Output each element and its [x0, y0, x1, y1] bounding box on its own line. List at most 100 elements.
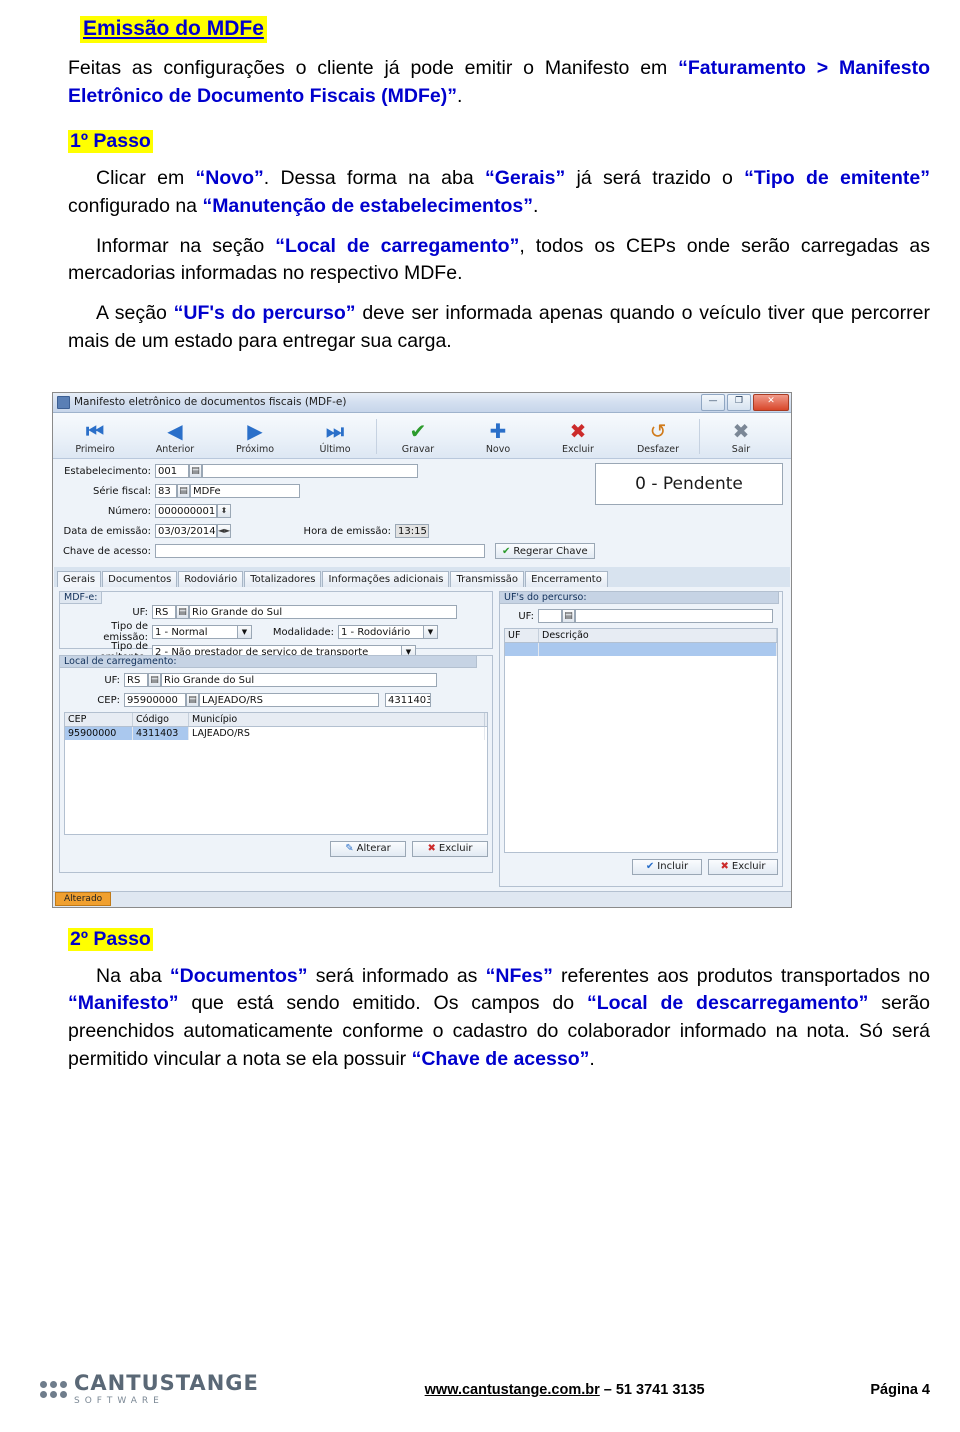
toolbar-label-primeiro: Primeiro [75, 443, 115, 455]
toolbar-separator-1 [376, 418, 377, 454]
column-header-municipio: Município [189, 712, 485, 726]
window-app-icon [57, 395, 70, 409]
toolbar-button-primeiro[interactable]: ⏮ Primeiro [55, 416, 135, 457]
input-carregamento-codigo[interactable]: 4311403 [385, 693, 431, 707]
step2-paragraph: Na aba “Documentos” será informado as “N… [68, 963, 930, 1074]
alterar-label: Alterar [356, 843, 391, 854]
excluir-percurso-button[interactable]: ✖ Excluir [708, 858, 778, 875]
select-modalidade[interactable]: 1 - Rodoviário ▼ [338, 625, 438, 639]
field-row-mdfe-uf: UF: RS ▤ Rio Grande do Sul [64, 604, 488, 621]
chevron-down-icon-modalidade[interactable]: ▼ [423, 626, 437, 638]
input-mdfe-uf[interactable]: RS [152, 605, 176, 619]
group-ufs-percurso: UF's do percurso: UF: ▤ UF Descrição ✔ I… [499, 590, 783, 887]
tab-encerramento[interactable]: Encerramento [525, 570, 608, 587]
input-percurso-uf-desc[interactable] [575, 609, 773, 623]
input-estabelecimento-desc[interactable] [202, 464, 418, 478]
s1p3-a: A seção [96, 302, 174, 325]
footer-page-number: Página 4 [870, 1381, 930, 1398]
s2p1-k: . [589, 1047, 595, 1070]
incluir-button[interactable]: ✔ Incluir [632, 858, 702, 875]
alterar-button[interactable]: ✎ Alterar [330, 840, 406, 857]
column-header-uf: UF [505, 628, 539, 642]
input-numero[interactable]: 000000001 [155, 504, 217, 518]
logo-sub-text: SOFTWARE [74, 1396, 164, 1406]
input-percurso-uf[interactable] [538, 609, 562, 623]
s1p1-c: . Dessa forma na aba [263, 167, 485, 190]
toolbar-button-novo[interactable]: ✚ Novo [458, 416, 538, 457]
step2-block: 2º Passo Na aba “Documentos” será inform… [0, 908, 960, 1074]
lookup-icon-estabelecimento[interactable]: ▤ [189, 464, 202, 478]
select-tipo-emissao[interactable]: 1 - Normal ▼ [152, 625, 252, 639]
window-minimize-button[interactable]: — [701, 393, 725, 411]
toolbar-button-desfazer[interactable]: ↺ Desfazer [618, 416, 698, 457]
spinner-numero[interactable]: ⬍ [217, 504, 231, 518]
cell-descricao [539, 642, 777, 656]
input-estabelecimento[interactable]: 001 [155, 464, 189, 478]
grid-empty-space-carregamento[interactable] [64, 739, 488, 835]
column-header-codigo: Código [133, 712, 189, 726]
grid-local-carregamento[interactable]: CEP Código Município 95900000 4311403 LA… [64, 711, 488, 835]
window-close-button[interactable]: ✕ [753, 393, 789, 411]
input-serie-fiscal[interactable]: 83 [155, 484, 177, 498]
input-data-emissao[interactable]: 03/03/2014 [155, 524, 217, 538]
regerar-chave-button[interactable]: ✔ Regerar Chave [495, 543, 595, 559]
page-title: Emissão do MDFe [80, 16, 267, 43]
input-hora-emissao: 13:15 [395, 524, 429, 538]
toolbar-button-sair[interactable]: ✖ Sair [701, 416, 781, 457]
select-tipo-emissao-value: 1 - Normal [155, 627, 208, 638]
tab-gerais[interactable]: Gerais [57, 570, 102, 587]
lookup-icon-mdfe-uf[interactable]: ▤ [176, 605, 189, 619]
input-carregamento-uf[interactable]: RS [124, 673, 148, 687]
input-carregamento-uf-desc[interactable]: Rio Grande do Sul [161, 673, 437, 687]
lookup-icon-carregamento-cep[interactable]: ▤ [186, 693, 199, 707]
toolbar-button-ultimo[interactable]: ⏭ Último [295, 416, 375, 457]
main-toolbar: ⏮ Primeiro ◀ Anterior ▶ Próximo ⏭ Último… [53, 412, 791, 459]
toolbar-button-anterior[interactable]: ◀ Anterior [135, 416, 215, 457]
toolbar-button-proximo[interactable]: ▶ Próximo [215, 416, 295, 457]
lookup-icon-percurso-uf[interactable]: ▤ [562, 609, 575, 623]
field-row-carregamento-cep: CEP: 95900000 ▤ LAJEADO/RS 4311403 [64, 692, 488, 709]
s1p1-novo: “Novo” [195, 167, 264, 190]
delete-x-icon-percurso: ✖ [720, 861, 729, 872]
input-carregamento-cep[interactable]: 95900000 [124, 693, 186, 707]
tab-totalizadores[interactable]: Totalizadores [244, 570, 322, 587]
input-chave-acesso[interactable] [155, 544, 485, 558]
table-row[interactable] [504, 642, 778, 656]
s1p2-local-carregamento: “Local de carregamento” [275, 234, 520, 257]
chevron-down-icon-tipo-emissao[interactable]: ▼ [237, 626, 251, 638]
lookup-icon-carregamento-uf[interactable]: ▤ [148, 673, 161, 687]
check-icon-incluir: ✔ [645, 861, 655, 872]
spinner-data-emissao[interactable]: ◄► [217, 524, 231, 538]
input-carregamento-cidade[interactable]: LAJEADO/RS [199, 693, 379, 707]
lookup-icon-serie[interactable]: ▤ [177, 484, 190, 498]
field-row-percurso-uf: UF: ▤ [504, 608, 778, 625]
tab-transmissao[interactable]: Transmissão [450, 570, 525, 587]
tab-documentos[interactable]: Documentos [102, 570, 178, 587]
first-record-icon: ⏮ [86, 418, 104, 443]
input-mdfe-uf-desc[interactable]: Rio Grande do Sul [189, 605, 457, 619]
excluir-carregamento-button[interactable]: ✖ Excluir [412, 840, 488, 857]
delete-x-icon: ✖ [569, 418, 587, 443]
group-title-ufs-percurso: UF's do percurso: [499, 590, 779, 604]
app-screenshot: Manifesto eletrônico de documentos fisca… [52, 391, 792, 908]
tab-informacoes-adicionais[interactable]: Informações adicionais [322, 570, 450, 587]
step1-paragraph-2: Informar na seção “Local de carregamento… [68, 233, 930, 288]
previous-record-icon: ◀ [167, 418, 183, 443]
footer-url[interactable]: www.cantustange.com.br [425, 1382, 600, 1398]
table-row[interactable]: 95900000 4311403 LAJEADO/RS [64, 726, 488, 740]
s2p1-c: será informado as [307, 964, 486, 987]
grid-empty-space-percurso[interactable] [504, 655, 778, 853]
input-serie-desc[interactable]: MDFe [190, 484, 300, 498]
window-title: Manifesto eletrônico de documentos fisca… [74, 396, 347, 408]
toolbar-button-excluir[interactable]: ✖ Excluir [538, 416, 618, 457]
s1p1-gerais: “Gerais” [484, 167, 566, 190]
label-serie-fiscal: Série fiscal: [92, 485, 151, 497]
window-maximize-button[interactable]: ❐ [727, 393, 751, 411]
tab-content-gerais: MDF-e: UF: RS ▤ Rio Grande do Sul Tipo d… [53, 586, 791, 891]
tab-rodoviario[interactable]: Rodoviário [178, 570, 244, 587]
grid-ufs-percurso[interactable]: UF Descrição [504, 627, 778, 853]
toolbar-button-gravar[interactable]: ✔ Gravar [378, 416, 458, 457]
edit-pencil-icon: ✎ [345, 843, 354, 854]
exit-icon: ✖ [732, 418, 750, 443]
field-row-tipo-emissao: Tipo de emissão: 1 - Normal ▼ Modalidade… [64, 621, 488, 643]
